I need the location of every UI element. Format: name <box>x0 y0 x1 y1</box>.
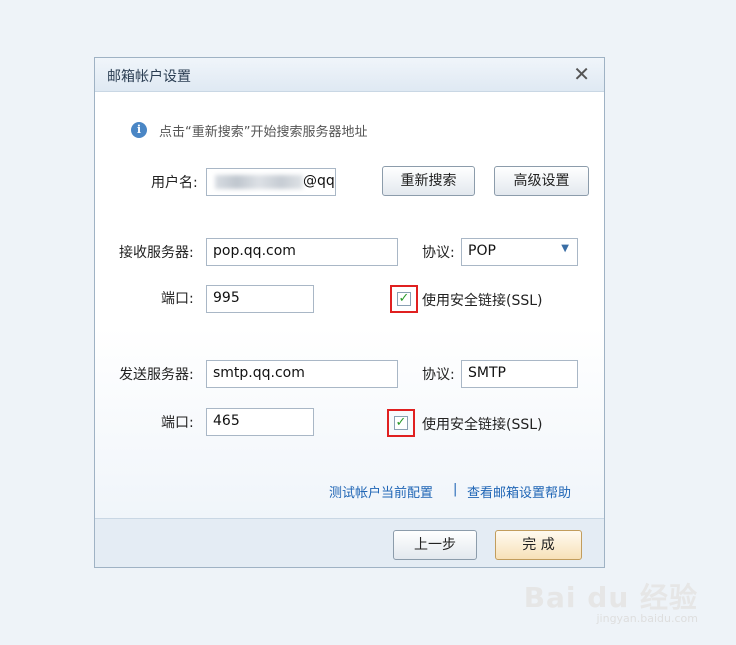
chevron-down-icon: ▼ <box>561 243 569 254</box>
outgoing-ssl-label: 使用安全链接(SSL) <box>422 417 543 433</box>
username-input[interactable]: @qq <box>206 168 336 196</box>
info-icon: i <box>131 122 147 138</box>
username-redacted <box>215 175 303 189</box>
test-account-link[interactable]: 测试帐户当前配置 <box>329 482 433 501</box>
incoming-server-input[interactable]: pop.qq.com <box>206 238 398 266</box>
incoming-ssl-label: 使用安全链接(SSL) <box>422 293 543 309</box>
dialog-footer: 上一步 完 成 <box>95 518 604 567</box>
advanced-settings-button[interactable]: 高级设置 <box>494 166 589 196</box>
research-button[interactable]: 重新搜索 <box>382 166 475 196</box>
mail-account-settings-dialog: 邮箱帐户设置 ✕ i 点击“重新搜索”开始搜索服务器地址 用户名: @qq 重新… <box>94 57 605 568</box>
mail-help-link[interactable]: 查看邮箱设置帮助 <box>467 482 571 501</box>
username-domain: @qq <box>303 173 335 189</box>
outgoing-ssl-checkbox[interactable]: ✓ <box>394 416 408 430</box>
dialog-body: i 点击“重新搜索”开始搜索服务器地址 用户名: @qq 重新搜索 高级设置 接… <box>95 92 604 519</box>
previous-step-button[interactable]: 上一步 <box>393 530 477 560</box>
outgoing-port-input[interactable]: 465 <box>206 408 314 436</box>
outgoing-server-label: 发送服务器: <box>119 367 194 383</box>
watermark-logo-text: Bai du 经验 <box>523 581 698 614</box>
dialog-title: 邮箱帐户设置 <box>107 69 191 85</box>
incoming-port-input[interactable]: 995 <box>206 285 314 313</box>
username-label: 用户名: <box>151 175 198 191</box>
dialog-titlebar: 邮箱帐户设置 ✕ <box>95 58 604 92</box>
close-icon[interactable]: ✕ <box>573 62 590 86</box>
incoming-protocol-label: 协议: <box>422 245 455 261</box>
incoming-server-label: 接收服务器: <box>119 245 194 261</box>
incoming-ssl-checkbox[interactable]: ✓ <box>397 292 411 306</box>
info-hint-text: 点击“重新搜索”开始搜索服务器地址 <box>159 125 368 140</box>
link-separator: | <box>453 482 458 497</box>
incoming-protocol-value: POP <box>468 243 496 259</box>
outgoing-server-input[interactable]: smtp.qq.com <box>206 360 398 388</box>
outgoing-protocol-label: 协议: <box>422 367 455 383</box>
incoming-protocol-select[interactable]: POP ▼ <box>461 238 578 266</box>
incoming-port-label: 端口: <box>161 291 194 307</box>
finish-button[interactable]: 完 成 <box>495 530 582 560</box>
outgoing-protocol-field[interactable]: SMTP <box>461 360 578 388</box>
outgoing-port-label: 端口: <box>161 415 194 431</box>
watermark: Bai du 经验 jingyan.baidu.com <box>524 576 698 625</box>
